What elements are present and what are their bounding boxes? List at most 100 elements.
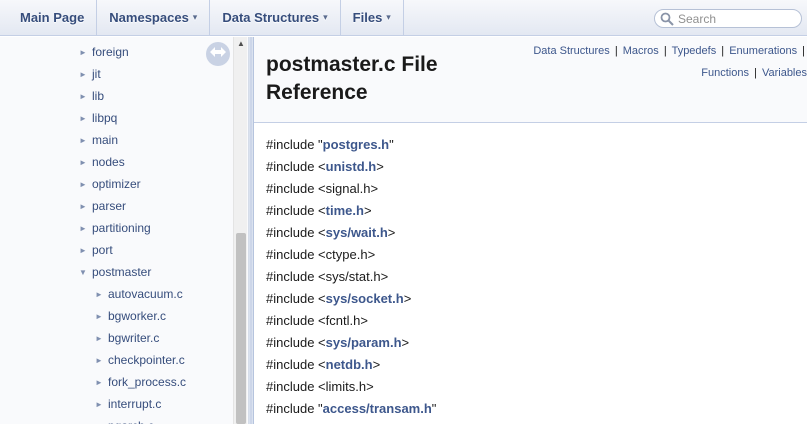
sidebar-item-label: bgworker.c [108, 309, 167, 323]
triangle-right-icon[interactable]: ► [76, 246, 90, 255]
triangle-right-icon[interactable]: ► [76, 92, 90, 101]
summary-separator: | [663, 45, 667, 57]
sidebar-item-jit[interactable]: ► jit [76, 63, 101, 85]
sidebar-item-fork-process-c[interactable]: ► fork_process.c [92, 371, 186, 393]
nav-namespaces[interactable]: Namespaces ▾ [97, 0, 211, 35]
include-line: #include <sys/stat.h> [266, 266, 796, 288]
search-icon[interactable] [659, 11, 675, 27]
nav-files[interactable]: Files ▾ [341, 0, 404, 35]
sidebar-item-lib[interactable]: ► lib [76, 85, 104, 107]
include-file-link[interactable]: sys/param.h [326, 335, 402, 350]
include-file-link[interactable]: sys/socket.h [326, 291, 404, 306]
include-keyword: #include [266, 137, 319, 152]
nav-data-structures[interactable]: Data Structures ▾ [210, 0, 341, 35]
include-line: #include <time.h> [266, 200, 796, 222]
summary-separator: | [614, 45, 618, 57]
include-file-name: ctype.h [325, 247, 368, 262]
chevron-down-icon: ▾ [192, 12, 198, 22]
sidebar-item-libpq[interactable]: ► libpq [76, 107, 117, 129]
scrollbar-thumb[interactable] [236, 233, 246, 424]
triangle-right-icon[interactable]: ► [76, 224, 90, 233]
sidebar-item-label: lib [92, 89, 105, 103]
nav-main-page[interactable]: Main Page [0, 0, 98, 35]
include-open-delimiter: < [318, 225, 326, 240]
include-open-delimiter: < [318, 269, 326, 284]
sync-toggle-button[interactable] [206, 42, 230, 66]
triangle-right-icon[interactable]: ► [76, 202, 90, 211]
sidebar-item-parser[interactable]: ► parser [76, 195, 126, 217]
triangle-right-icon[interactable]: ► [76, 48, 90, 57]
summary-link-functions[interactable]: Functions [701, 67, 749, 79]
include-file-link[interactable]: sys/wait.h [326, 225, 388, 240]
include-keyword: #include [266, 247, 319, 262]
sidebar-item-label: foreign [92, 45, 129, 59]
include-open-delimiter: < [318, 181, 326, 196]
include-file-link[interactable]: unistd.h [326, 159, 377, 174]
include-file-link[interactable]: time.h [326, 203, 364, 218]
sidebar-item-main[interactable]: ► main [76, 129, 118, 151]
sidebar-item-label: interrupt.c [108, 397, 162, 411]
summary-separator: | [754, 67, 757, 79]
include-file-link[interactable]: netdb.h [326, 357, 373, 372]
triangle-right-icon[interactable]: ► [76, 136, 90, 145]
sidebar-item-nodes[interactable]: ► nodes [76, 151, 125, 173]
sidebar-item-bgwriter-c[interactable]: ► bgwriter.c [92, 327, 159, 349]
summary-link-variables[interactable]: Variables [762, 67, 807, 79]
include-close-delimiter: > [376, 159, 384, 174]
triangle-right-icon[interactable]: ► [76, 70, 90, 79]
triangle-right-icon[interactable]: ► [76, 158, 90, 167]
summary-separator: | [802, 45, 805, 57]
triangle-right-icon[interactable]: ► [92, 334, 106, 343]
triangle-right-icon[interactable]: ► [92, 290, 106, 299]
search-input[interactable] [678, 11, 796, 26]
sidebar-item-port[interactable]: ► port [76, 239, 113, 261]
include-file-link[interactable]: access/transam.h [323, 401, 432, 416]
summary-link-enumerations[interactable]: Enumerations [729, 45, 797, 57]
include-file-name: fcntl.h [325, 313, 361, 328]
include-line: #include <signal.h> [266, 178, 796, 200]
sidebar-scrollbar[interactable]: ▲ [233, 37, 247, 424]
sidebar-item-interrupt-c[interactable]: ► interrupt.c [92, 393, 161, 415]
sidebar-item-checkpointer-c[interactable]: ► checkpointer.c [92, 349, 185, 371]
include-open-delimiter: < [318, 335, 326, 350]
sync-arrows-icon [209, 45, 227, 63]
include-line: #include "postgres.h" [266, 134, 796, 156]
triangle-right-icon[interactable]: ► [92, 312, 106, 321]
page-title: postmaster.c File Reference [266, 51, 486, 107]
summary-row-2: Functions | Variables [487, 62, 807, 84]
sidebar-item-label: nodes [92, 155, 125, 169]
sidebar-item-pgarch-c[interactable]: ►pgarch.c [92, 415, 154, 424]
include-close-delimiter: > [380, 269, 389, 284]
sidebar-item-foreign[interactable]: ► foreign [76, 41, 129, 63]
include-keyword: #include [266, 203, 319, 218]
triangle-right-icon[interactable]: ► [76, 180, 90, 189]
summary-link-macros[interactable]: Macros [623, 45, 659, 57]
triangle-down-icon[interactable]: ▼ [76, 268, 90, 277]
triangle-right-icon[interactable]: ► [92, 356, 106, 365]
include-line: #include <unistd.h> [266, 156, 796, 178]
include-close-delimiter: > [403, 291, 412, 306]
triangle-right-icon[interactable]: ► [92, 400, 106, 409]
page-title-line1: postmaster.c File [266, 53, 438, 76]
nav-data-structures-label: Data Structures [222, 10, 320, 25]
triangle-right-icon[interactable]: ► [76, 114, 90, 123]
summary-link-data-structures[interactable]: Data Structures [533, 45, 609, 57]
include-file-name: sys/stat.h [325, 269, 381, 284]
sidebar-item-optimizer[interactable]: ► optimizer [76, 173, 141, 195]
triangle-right-icon[interactable]: ► [92, 378, 106, 387]
header-box: postmaster.c File Reference Data Structu… [254, 37, 807, 123]
summary-link-typedefs[interactable]: Typedefs [672, 45, 717, 57]
scroll-up-arrow-icon[interactable]: ▲ [234, 37, 248, 51]
include-keyword: #include [266, 181, 319, 196]
sidebar-item-autovacuum-c[interactable]: ► autovacuum.c [92, 283, 183, 305]
sidebar-item-partitioning[interactable]: ► partitioning [76, 217, 151, 239]
include-line: #include <fcntl.h> [266, 310, 796, 332]
include-close-delimiter: > [360, 313, 368, 328]
include-file-link[interactable]: postgres.h [323, 137, 389, 152]
sidebar-item-postmaster[interactable]: ▼ postmaster [76, 261, 151, 283]
sidebar-item-label: bgwriter.c [108, 331, 160, 345]
include-keyword: #include [266, 357, 319, 372]
sidebar-item-bgworker-c[interactable]: ► bgworker.c [92, 305, 166, 327]
nav-main-page-label: Main Page [20, 10, 85, 25]
include-line: #include <sys/wait.h> [266, 222, 796, 244]
